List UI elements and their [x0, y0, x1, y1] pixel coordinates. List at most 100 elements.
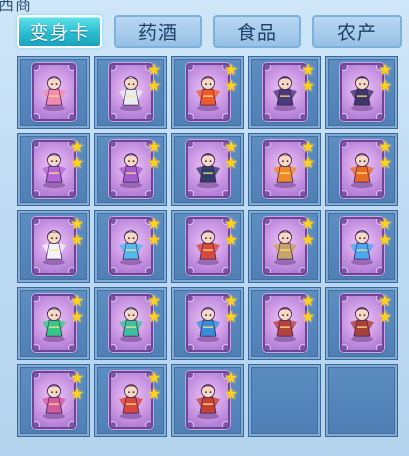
- category-tabs: 变身卡 药酒 食品 农产: [0, 0, 409, 56]
- shadow-knight-icon: [345, 69, 379, 113]
- star-icon: ★: [377, 137, 393, 156]
- star-icon: ★: [377, 307, 393, 326]
- star-icon: ★: [223, 137, 239, 156]
- star-icon: ★: [69, 368, 85, 387]
- tab-farm-products[interactable]: 农产: [312, 15, 402, 48]
- jade-peacock-icon: [114, 300, 148, 344]
- inventory-slot[interactable]: ★ ★: [248, 56, 321, 129]
- star-icon: ★: [377, 291, 393, 310]
- star-rating: ★ ★: [377, 291, 393, 326]
- inventory-slot[interactable]: ★ ★: [17, 287, 90, 360]
- transformation-card: [32, 63, 76, 121]
- tab-label: 农产: [336, 22, 377, 44]
- white-dragon-warrior-icon: [114, 69, 148, 113]
- golden-warlord-icon: [191, 223, 225, 267]
- flame-phoenix-icon: [268, 146, 302, 190]
- empty-inventory-slot[interactable]: [325, 364, 398, 437]
- star-icon: ★: [377, 76, 393, 95]
- star-icon: ★: [146, 76, 162, 95]
- inventory-slot[interactable]: ★ ★: [94, 56, 167, 129]
- inventory-slot[interactable]: ★ ★: [171, 56, 244, 129]
- inventory-slot[interactable]: ★ ★: [248, 287, 321, 360]
- rainbow-bird-icon: [37, 377, 71, 421]
- inventory-slot[interactable]: ★ ★: [171, 210, 244, 283]
- star-rating: ★ ★: [146, 139, 162, 172]
- blue-sage-icon: [191, 300, 225, 344]
- inventory-slot[interactable]: ★ ★: [171, 133, 244, 206]
- star-icon: ★: [223, 76, 239, 95]
- fire-lion-icon: [191, 69, 225, 113]
- star-rating: ★ ★: [223, 137, 239, 172]
- inventory-slot[interactable]: ★ ★: [17, 364, 90, 437]
- star-icon: ★: [146, 153, 162, 172]
- inventory-slot[interactable]: [17, 56, 90, 129]
- ice-maiden-icon: [114, 223, 148, 267]
- star-rating: ★ ★: [69, 214, 85, 249]
- tab-label: 药酒: [137, 22, 178, 44]
- inventory-slot[interactable]: ★ ★: [171, 364, 244, 437]
- pink-bunny-monster-icon: [37, 69, 71, 113]
- inventory-slot[interactable]: ★ ★: [248, 133, 321, 206]
- star-icon: ★: [223, 368, 239, 387]
- green-peacock-icon: [37, 300, 71, 344]
- empty-inventory-slot[interactable]: [248, 364, 321, 437]
- crimson-archer-icon: [268, 300, 302, 344]
- inventory-slot[interactable]: ★ ★: [171, 287, 244, 360]
- star-icon: ★: [69, 230, 85, 249]
- star-icon: ★: [300, 76, 316, 95]
- armored-lancer-icon: [268, 223, 302, 267]
- star-icon: ★: [300, 137, 316, 156]
- inventory-slot[interactable]: ★ ★: [94, 364, 167, 437]
- star-icon: ★: [300, 307, 316, 326]
- star-icon: ★: [69, 384, 85, 403]
- star-rating: ★ ★: [223, 368, 239, 403]
- star-rating: ★ ★: [146, 62, 162, 95]
- star-rating: ★ ★: [223, 291, 239, 326]
- star-icon: ★: [146, 384, 162, 403]
- inventory-slot[interactable]: ★ ★: [248, 210, 321, 283]
- inventory-slot[interactable]: ★ ★: [94, 210, 167, 283]
- star-icon: ★: [69, 153, 85, 172]
- star-icon: ★: [377, 153, 393, 172]
- dark-rider-icon: [268, 69, 302, 113]
- star-rating: ★ ★: [300, 216, 316, 249]
- star-icon: ★: [223, 230, 239, 249]
- tab-label: 变身卡: [29, 22, 90, 44]
- tab-transformation-cards[interactable]: 变身卡: [17, 15, 102, 48]
- inventory-slot[interactable]: ★ ★: [325, 210, 398, 283]
- star-rating: ★ ★: [377, 137, 393, 172]
- star-rating: ★ ★: [377, 216, 393, 249]
- star-rating: ★ ★: [300, 293, 316, 326]
- crimson-samurai-icon: [191, 377, 225, 421]
- inventory-slot[interactable]: ★ ★: [325, 56, 398, 129]
- star-icon: ★: [377, 230, 393, 249]
- star-icon: ★: [146, 214, 162, 233]
- star-rating: ★ ★: [146, 291, 162, 325]
- star-icon: ★: [223, 384, 239, 403]
- star-icon: ★: [223, 307, 239, 326]
- tab-medicine-wine[interactable]: 药酒: [114, 15, 202, 48]
- star-icon: ★: [69, 307, 85, 326]
- white-fairy-icon: [37, 223, 71, 267]
- fire-spirit-icon: [345, 146, 379, 190]
- star-icon: ★: [69, 137, 85, 156]
- star-icon: ★: [69, 214, 85, 233]
- star-rating: ★ ★: [377, 62, 393, 95]
- inventory-slot[interactable]: ★ ★: [325, 133, 398, 206]
- star-icon: ★: [146, 230, 162, 249]
- star-rating: ★ ★: [223, 62, 239, 95]
- inventory-slot[interactable]: ★ ★: [94, 133, 167, 206]
- star-icon: ★: [223, 153, 239, 172]
- tab-food[interactable]: 食品: [213, 15, 301, 48]
- star-icon: ★: [300, 60, 316, 79]
- purple-dancer-icon: [37, 146, 71, 190]
- star-rating: ★ ★: [146, 370, 162, 403]
- star-rating: ★ ★: [300, 137, 316, 171]
- inventory-slot[interactable]: ★ ★: [325, 287, 398, 360]
- star-icon: ★: [300, 230, 316, 249]
- star-icon: ★: [146, 291, 162, 310]
- inventory-slot[interactable]: ★ ★: [94, 287, 167, 360]
- star-icon: ★: [223, 291, 239, 310]
- inventory-slot[interactable]: ★ ★: [17, 210, 90, 283]
- inventory-slot[interactable]: ★ ★: [17, 133, 90, 206]
